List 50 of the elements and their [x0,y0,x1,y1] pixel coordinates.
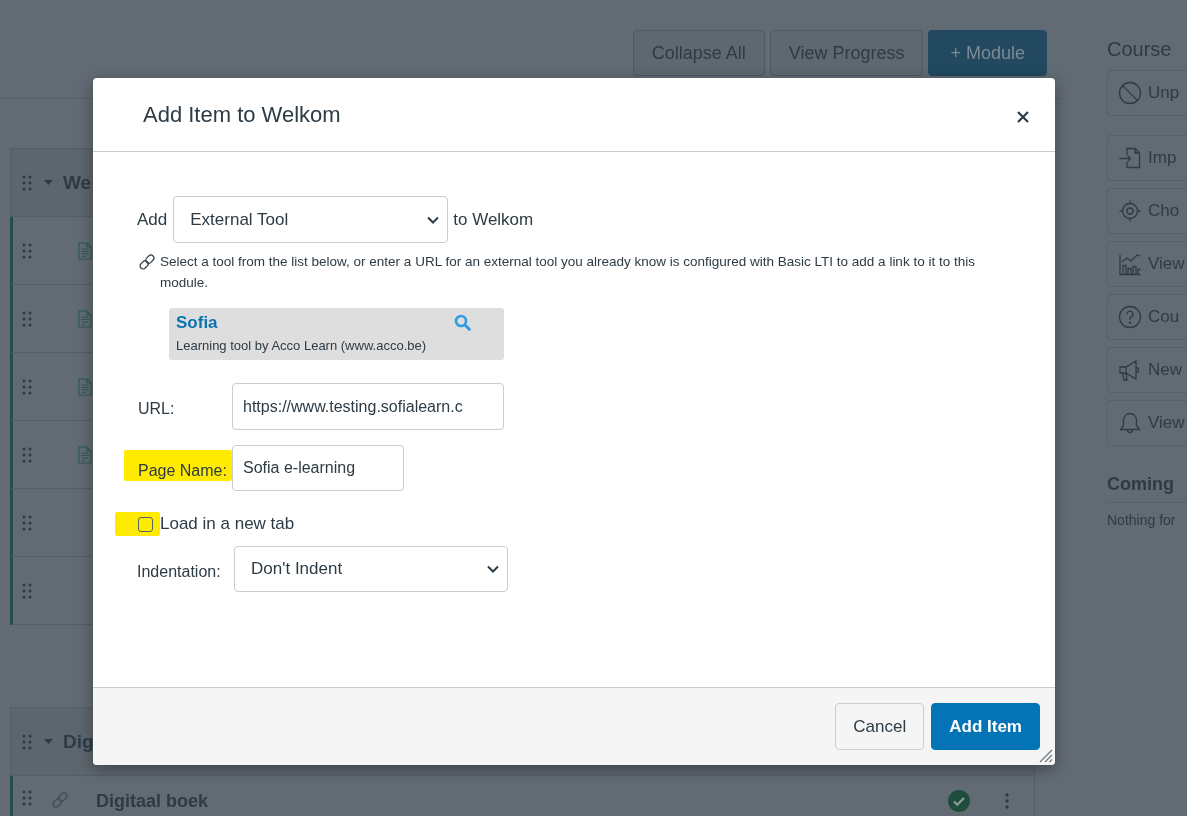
megaphone-icon [1118,358,1142,382]
toolbar-button[interactable]: + Module [928,30,1047,76]
drag-handle-icon[interactable] [22,174,32,191]
field-label: Page Name: [137,460,227,480]
resize-grip-icon[interactable] [1038,748,1053,763]
drag-handle-icon[interactable] [22,514,32,531]
field-label: URL: [137,399,176,418]
submit-button[interactable]: Add Item [931,703,1040,750]
document-icon [78,309,92,328]
tool-description: Learning tool by Acco Learn (www.acco.be) [176,337,428,355]
indentation-select[interactable]: Don't Indent [234,546,508,592]
document-icon [78,377,92,396]
chevron-down-icon [427,215,440,224]
cancel-button[interactable]: Cancel [835,703,925,750]
import-icon [1118,146,1142,170]
caret-down-icon[interactable] [44,180,53,185]
checkbox[interactable] [138,516,153,532]
dialog-title: Add Item to Welkom [143,101,341,128]
bar-chart-icon [1118,252,1142,276]
item-type-select[interactable]: External Tool [173,196,449,243]
link-icon [50,790,70,810]
drag-handle-icon[interactable] [22,242,32,259]
page-name-field[interactable]: Sofia e-learning [232,445,404,491]
drag-handle-icon[interactable] [22,378,32,395]
checkbox-label[interactable]: Load in a new tab [160,514,295,534]
tool-name: Sofia [176,312,218,333]
add-label: Add [137,209,168,230]
document-icon [78,445,92,464]
drag-handle-icon[interactable] [22,446,32,463]
drag-handle-icon[interactable] [22,582,32,599]
drag-handle-icon[interactable] [22,733,32,750]
target-module-text: to Welkom [453,209,534,230]
vertical-dots-icon[interactable] [1005,793,1009,809]
document-icon [78,241,92,260]
tool-list-item[interactable]: Sofia Learning tool by Acco Learn (www.acco.be) [169,308,504,360]
bell-icon [1118,411,1142,435]
close-icon [1017,110,1029,123]
question-icon [1118,305,1142,329]
help-text: Select a tool from the list below, or enter a URL for an external tool you already know is configured with Basic LTI to add a link to it to this module. [160,253,976,292]
field-label: Indentation: [137,561,222,581]
caret-down-icon[interactable] [44,739,53,744]
drag-handle-icon[interactable] [22,790,32,806]
url-field[interactable]: https://www.testing.sofialearn.c [232,383,504,430]
chevron-down-icon [487,565,499,573]
ban-icon [1118,81,1142,105]
drag-handle-icon[interactable] [22,310,32,327]
search-icon [454,314,471,331]
target-icon [1118,199,1142,223]
link-icon [137,252,157,272]
check-circle-icon[interactable] [948,790,970,812]
